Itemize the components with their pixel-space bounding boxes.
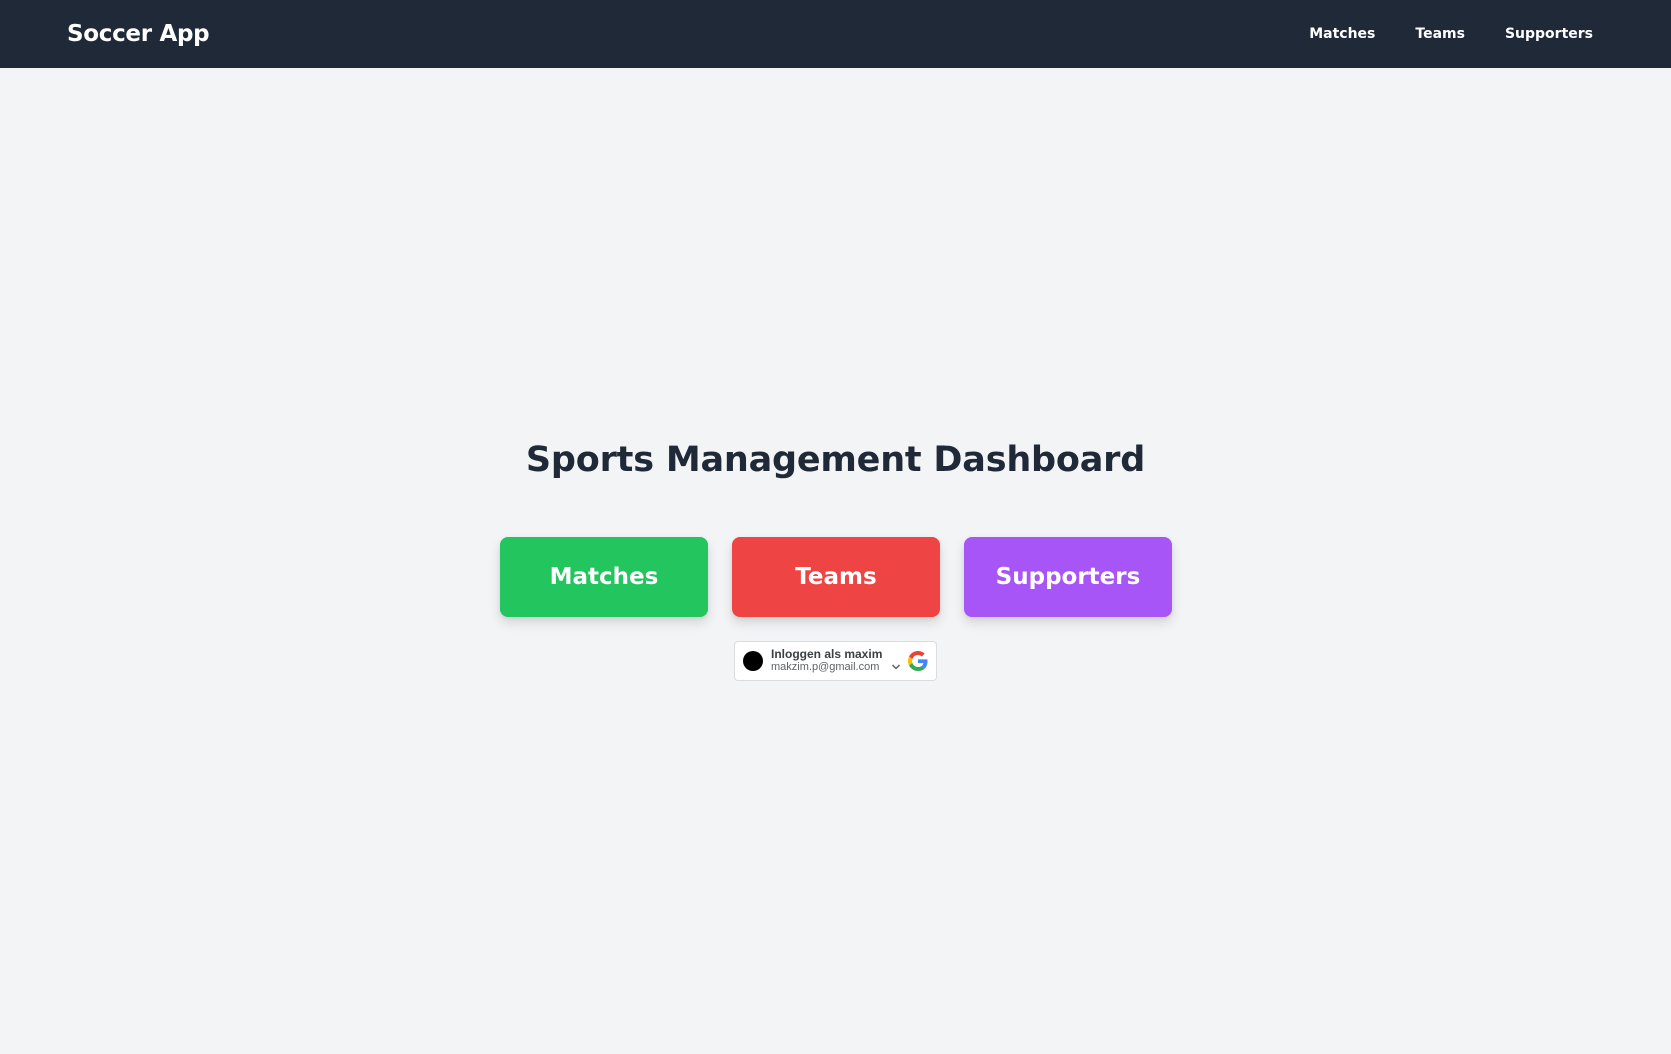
nav-link-matches[interactable]: Matches xyxy=(1309,26,1375,42)
matches-tile-label: Matches xyxy=(549,564,659,590)
top-navbar: Soccer App Matches Teams Supporters xyxy=(0,0,1671,68)
avatar xyxy=(743,651,763,671)
google-signin-button[interactable]: Inloggen als maxim makzim.p@gmail.com xyxy=(734,641,937,681)
page-title: Sports Management Dashboard xyxy=(525,440,1146,480)
teams-tile-label: Teams xyxy=(795,564,877,590)
main-content: Sports Management Dashboard Matches Team… xyxy=(0,68,1671,1054)
nav-link-teams[interactable]: Teams xyxy=(1415,26,1465,42)
google-signin-text: Inloggen als maxim makzim.p@gmail.com xyxy=(771,648,888,674)
dashboard-tiles: Matches Teams Supporters xyxy=(500,537,1172,617)
supporters-tile-button[interactable]: Supporters xyxy=(964,537,1172,617)
google-logo-icon xyxy=(908,651,928,671)
matches-tile-button[interactable]: Matches xyxy=(500,537,708,617)
nav-link-supporters[interactable]: Supporters xyxy=(1505,26,1593,42)
supporters-tile-label: Supporters xyxy=(995,564,1141,590)
chevron-down-icon[interactable] xyxy=(890,661,902,673)
brand-title[interactable]: Soccer App xyxy=(67,21,210,47)
teams-tile-button[interactable]: Teams xyxy=(732,537,940,617)
signin-email: makzim.p@gmail.com xyxy=(771,661,880,673)
nav-links: Matches Teams Supporters xyxy=(1269,26,1593,42)
signin-as-label: Inloggen als maxim xyxy=(771,647,883,661)
